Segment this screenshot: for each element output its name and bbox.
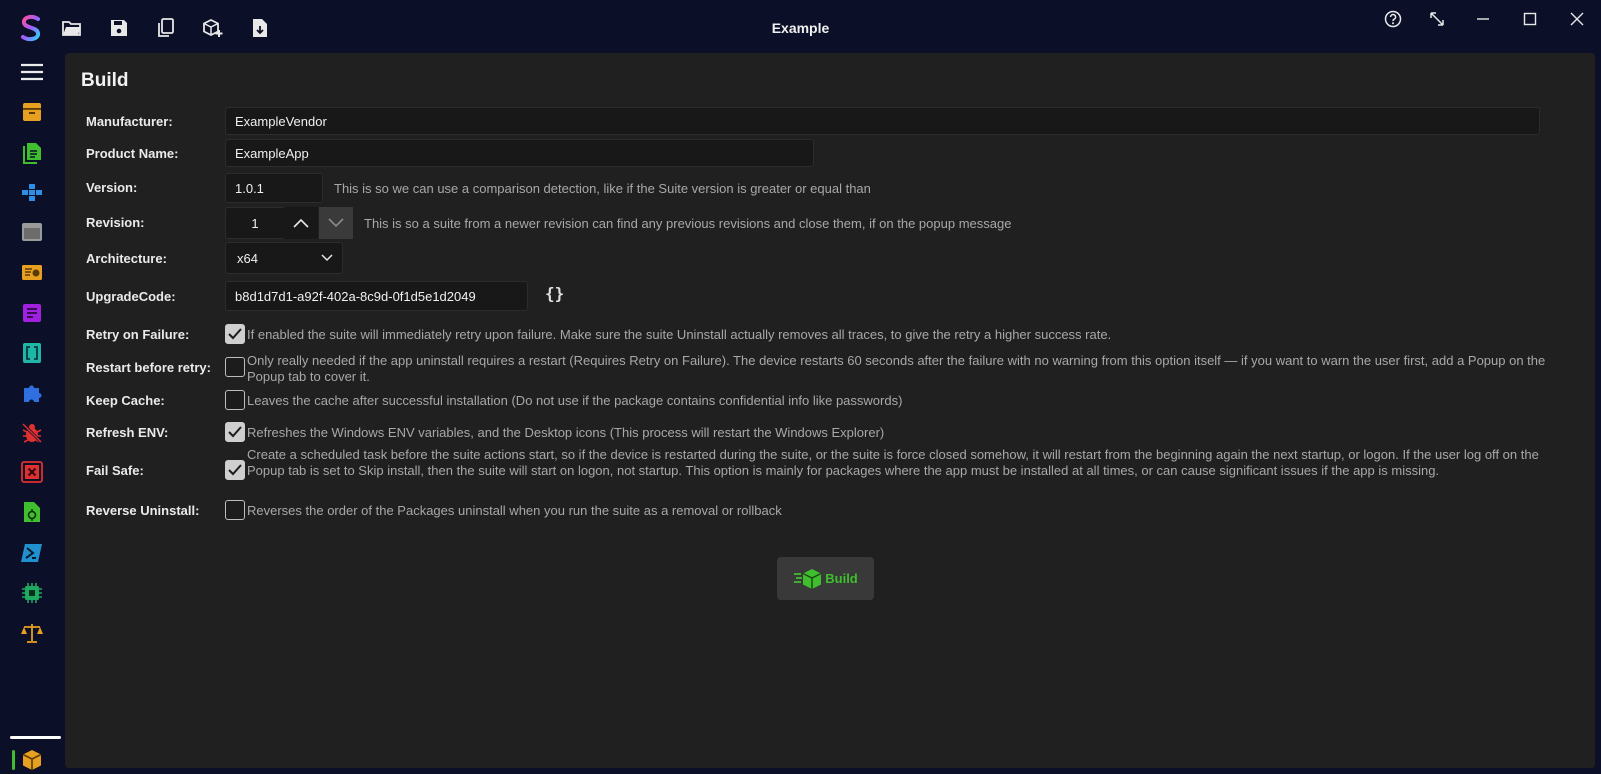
product-name-label: Product Name: (86, 146, 179, 161)
fail-safe-hint: Create a scheduled task before the suite… (247, 447, 1539, 478)
build-button-label: Build (825, 571, 858, 586)
fail-safe-checkbox[interactable] (225, 460, 245, 480)
retry-on-failure-hint: If enabled the suite will immediately re… (247, 327, 1112, 342)
document-icon[interactable] (20, 141, 44, 165)
puzzle-icon[interactable] (20, 381, 44, 405)
file-code-icon[interactable] (20, 500, 44, 524)
sidebar (0, 52, 64, 774)
version-input[interactable]: 1.0.1 (225, 173, 323, 203)
help-icon[interactable] (1380, 6, 1406, 32)
blocks-icon[interactable] (20, 181, 44, 205)
chevron-up-icon (293, 218, 309, 228)
revision-increment-button[interactable] (284, 207, 318, 239)
upgrade-code-label: UpgradeCode: (86, 289, 176, 304)
keep-cache-checkbox[interactable] (225, 390, 245, 410)
bug-off-icon[interactable] (20, 421, 44, 445)
upgrade-code-value: b8d1d7d1-a92f-402a-8c9d-0f1d5e1d2049 (235, 288, 476, 304)
refresh-env-hint: Refreshes the Windows ENV variables, and… (247, 425, 885, 440)
error-icon[interactable] (20, 460, 44, 484)
save-icon[interactable] (108, 17, 130, 39)
version-label: Version: (86, 180, 138, 195)
minimize-icon[interactable] (1470, 6, 1496, 32)
product-name-value: ExampleApp (235, 145, 309, 161)
version-hint: This is so we can use a comparison detec… (334, 181, 871, 196)
new-package-icon[interactable] (202, 17, 224, 39)
reverse-uninstall-checkbox[interactable] (225, 500, 245, 520)
page-title: Build (81, 70, 129, 91)
generate-code-button[interactable]: {} (545, 284, 564, 303)
sidebar-separator (10, 736, 61, 739)
expand-icon[interactable] (1424, 6, 1450, 32)
checkmark-icon (228, 328, 242, 340)
revision-input[interactable]: 1 (225, 207, 285, 239)
revision-hint: This is so a suite from a newer revision… (364, 216, 1012, 231)
retry-on-failure-checkbox[interactable] (225, 324, 245, 344)
window-title: Example (771, 20, 830, 36)
refresh-env-label: Refresh ENV: (86, 425, 169, 440)
build-package-icon (794, 568, 822, 589)
upgrade-code-input[interactable]: b8d1d7d1-a92f-402a-8c9d-0f1d5e1d2049 (225, 281, 528, 311)
checkmark-icon (228, 426, 242, 438)
keep-cache-hint: Leaves the cache after successful instal… (247, 393, 903, 408)
powershell-icon[interactable] (20, 541, 44, 565)
brackets-icon[interactable] (20, 341, 44, 365)
revision-label: Revision: (86, 215, 145, 230)
window-icon[interactable] (20, 220, 44, 244)
title-bar: Example (0, 0, 1601, 52)
app-logo-icon (18, 14, 44, 42)
close-icon[interactable] (1564, 6, 1590, 32)
restart-before-retry-label: Restart before retry: (86, 360, 211, 375)
menu-icon[interactable] (19, 60, 45, 84)
chevron-down-icon (321, 254, 333, 262)
product-name-input[interactable]: ExampleApp (225, 139, 814, 167)
maximize-icon[interactable] (1517, 6, 1543, 32)
architecture-select[interactable]: x64 (225, 242, 343, 274)
copy-icon[interactable] (155, 17, 177, 39)
version-value: 1.0.1 (235, 180, 264, 196)
architecture-value: x64 (237, 250, 258, 266)
manufacturer-value: ExampleVendor (235, 113, 327, 129)
chevron-down-icon (328, 218, 344, 228)
import-file-icon[interactable] (249, 17, 271, 39)
active-indicator (12, 750, 15, 770)
keep-cache-label: Keep Cache: (86, 393, 165, 408)
fail-safe-label: Fail Safe: (86, 463, 144, 478)
manufacturer-input[interactable]: ExampleVendor (225, 107, 1540, 135)
box-icon[interactable] (20, 100, 44, 124)
manufacturer-label: Manufacturer: (86, 114, 173, 129)
revision-decrement-button[interactable] (319, 207, 353, 239)
open-folder-icon[interactable] (61, 17, 83, 39)
architecture-label: Architecture: (86, 251, 167, 266)
reverse-uninstall-hint: Reverses the order of the Packages unins… (247, 503, 782, 518)
revision-value: 1 (251, 215, 259, 231)
chip-icon[interactable] (20, 581, 44, 605)
scale-icon[interactable] (20, 621, 44, 645)
retry-on-failure-label: Retry on Failure: (86, 327, 190, 342)
restart-before-retry-hint: Only really needed if the app uninstall … (247, 353, 1546, 384)
build-panel: Build Manufacturer: ExampleVendor Produc… (65, 53, 1595, 768)
list-icon[interactable] (20, 301, 44, 325)
restart-before-retry-checkbox[interactable] (225, 357, 245, 377)
checkmark-icon (228, 464, 242, 476)
build-button[interactable]: Build (777, 557, 874, 600)
reverse-uninstall-label: Reverse Uninstall: (86, 503, 200, 518)
refresh-env-checkbox[interactable] (225, 422, 245, 442)
certificate-icon[interactable] (20, 261, 44, 285)
build-package-icon[interactable] (20, 748, 44, 772)
